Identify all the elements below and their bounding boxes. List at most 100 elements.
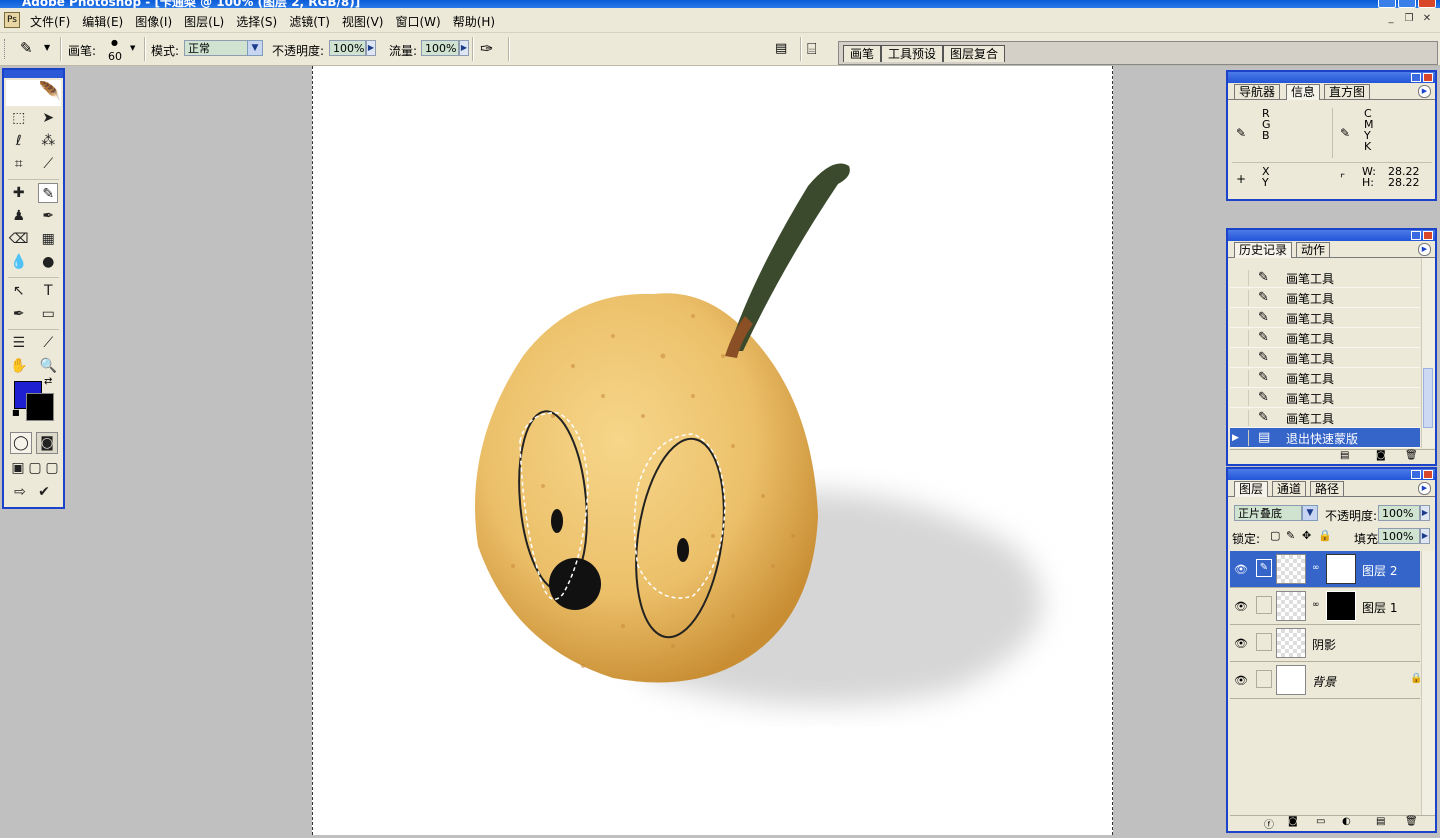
tab-info[interactable]: 信息 bbox=[1286, 84, 1321, 100]
new-layer-icon[interactable]: ▤ bbox=[1376, 816, 1385, 827]
tab-actions[interactable]: 动作 bbox=[1296, 242, 1331, 257]
default-colors-icon[interactable]: ■ bbox=[12, 408, 20, 417]
eye-icon[interactable]: 👁 bbox=[1234, 674, 1248, 687]
document-canvas[interactable] bbox=[312, 66, 1113, 835]
swap-colors-icon[interactable]: ⇄ bbox=[44, 376, 52, 387]
layers-panel-menu-icon[interactable]: ▶ bbox=[1418, 482, 1431, 495]
tab-navigator[interactable]: 导航器 bbox=[1234, 84, 1281, 99]
layers-panel-title-bar[interactable] bbox=[1228, 469, 1435, 480]
fill-arrow-icon[interactable]: ▶ bbox=[1420, 528, 1430, 544]
brush-size-value[interactable]: 60 bbox=[108, 50, 122, 63]
zoom-tool-icon[interactable]: 🔍 bbox=[38, 356, 58, 376]
standard-screen-mode-icon[interactable]: ▣ bbox=[10, 458, 26, 478]
tab-channels[interactable]: 通道 bbox=[1272, 481, 1307, 496]
trash-icon[interactable]: 🗑 bbox=[1405, 450, 1418, 461]
slice-tool-icon[interactable]: ⟋ bbox=[38, 154, 58, 174]
history-panel-menu-icon[interactable]: ▶ bbox=[1418, 243, 1431, 256]
standard-mode-icon[interactable]: ◯ bbox=[10, 432, 32, 454]
magic-wand-tool-icon[interactable]: ⁂ bbox=[38, 131, 58, 151]
lock-image-icon[interactable]: ✎ bbox=[1286, 529, 1295, 542]
toolbox-title-bar[interactable] bbox=[4, 70, 63, 78]
lasso-tool-icon[interactable]: ℓ bbox=[9, 131, 29, 151]
type-tool-icon[interactable]: T bbox=[38, 281, 58, 301]
new-document-icon[interactable]: ▤ bbox=[1340, 450, 1349, 461]
gradient-tool-icon[interactable]: ▦ bbox=[38, 229, 58, 249]
marquee-tool-icon[interactable]: ⬚ bbox=[9, 108, 29, 128]
blur-tool-icon[interactable]: 💧 bbox=[9, 252, 29, 272]
history-item[interactable]: ✎ 画笔工具 bbox=[1230, 328, 1420, 348]
chain-link-icon[interactable]: ∞ bbox=[1312, 563, 1320, 573]
layer-name[interactable]: 图层 1 bbox=[1362, 599, 1397, 616]
tab-history[interactable]: 历史记录 bbox=[1234, 242, 1293, 258]
layer-thumbnail[interactable] bbox=[1276, 665, 1306, 695]
layer-mask-thumbnail[interactable] bbox=[1326, 591, 1356, 621]
minimize-button[interactable] bbox=[1378, 0, 1396, 8]
layer-row-layer2[interactable]: 👁 ✎ ∞ 图层 2 bbox=[1230, 551, 1420, 588]
opacity-input[interactable]: 100% bbox=[329, 40, 366, 56]
lock-all-icon[interactable]: 🔒 bbox=[1318, 529, 1332, 542]
add-mask-icon[interactable]: ◙ bbox=[1288, 816, 1298, 827]
crop-tool-icon[interactable]: ⌗ bbox=[9, 154, 29, 174]
trash-icon[interactable]: 🗑 bbox=[1405, 816, 1418, 827]
airbrush-icon[interactable]: ✑ bbox=[480, 39, 493, 58]
history-item[interactable]: ✎ 画笔工具 bbox=[1230, 368, 1420, 388]
doc-close-button[interactable]: ✕ bbox=[1420, 12, 1434, 25]
menu-layer[interactable]: 图层(L) bbox=[178, 13, 230, 30]
path-selection-tool-icon[interactable]: ↖ bbox=[9, 281, 29, 301]
layer-thumbnail[interactable] bbox=[1276, 628, 1306, 658]
info-panel-menu-icon[interactable]: ▶ bbox=[1418, 85, 1431, 98]
rectangle-tool-icon[interactable]: ▭ bbox=[38, 304, 58, 324]
jump-to-imageready-icon[interactable]: ⇨ bbox=[10, 482, 30, 502]
layers-panel-close-button[interactable] bbox=[1423, 470, 1433, 479]
history-item[interactable]: ✎ 画笔工具 bbox=[1230, 308, 1420, 328]
menu-edit[interactable]: 编辑(E) bbox=[76, 13, 129, 30]
info-panel-title-bar[interactable] bbox=[1228, 72, 1435, 83]
history-brush-tool-icon[interactable]: ✒ bbox=[38, 206, 58, 226]
full-screen-menu-mode-icon[interactable]: ▢ bbox=[27, 458, 43, 478]
opacity-slider-arrow-icon[interactable]: ▶ bbox=[366, 40, 376, 56]
history-item[interactable]: ✎ 画笔工具 bbox=[1230, 408, 1420, 428]
tab-histogram[interactable]: 直方图 bbox=[1324, 84, 1371, 99]
clone-stamp-tool-icon[interactable]: ♟ bbox=[9, 206, 29, 226]
info-panel-close-button[interactable] bbox=[1423, 73, 1433, 82]
palette-well-tab-tool-presets[interactable]: 工具预设 bbox=[881, 45, 944, 62]
menu-filter[interactable]: 滤镜(T) bbox=[283, 13, 336, 30]
layers-panel-minimize-button[interactable] bbox=[1411, 470, 1421, 479]
menu-help[interactable]: 帮助(H) bbox=[447, 13, 501, 30]
tab-layers[interactable]: 图层 bbox=[1234, 481, 1269, 497]
history-panel-minimize-button[interactable] bbox=[1411, 231, 1421, 240]
fill-input[interactable]: 100% bbox=[1378, 528, 1420, 544]
eye-icon[interactable]: 👁 bbox=[1234, 637, 1248, 650]
adjustment-layer-icon[interactable]: ◐ bbox=[1342, 816, 1351, 827]
layer-name[interactable]: 背景 bbox=[1312, 673, 1336, 690]
layer-thumbnail[interactable] bbox=[1276, 591, 1306, 621]
layer-opacity-input[interactable]: 100% bbox=[1378, 505, 1420, 521]
brush-tool-icon[interactable]: ✎ bbox=[38, 183, 59, 203]
palette-well-tab-layer-comps[interactable]: 图层复合 bbox=[943, 45, 1006, 62]
eyedropper-tool-icon[interactable]: ⟋ bbox=[38, 333, 58, 353]
tool-preset-brush-icon[interactable]: ✎ bbox=[20, 39, 33, 57]
link-cell[interactable] bbox=[1256, 670, 1272, 688]
tab-paths[interactable]: 路径 bbox=[1310, 481, 1345, 496]
link-cell[interactable] bbox=[1256, 633, 1272, 651]
history-item[interactable]: ✎ 画笔工具 bbox=[1230, 388, 1420, 408]
layer-row-layer1[interactable]: 👁 ∞ 图层 1 bbox=[1230, 588, 1420, 625]
menu-view[interactable]: 视图(V) bbox=[336, 13, 390, 30]
menu-image[interactable]: 图像(I) bbox=[129, 13, 178, 30]
menu-select[interactable]: 选择(S) bbox=[230, 13, 283, 30]
mode-dropdown-icon[interactable]: ▼ bbox=[247, 40, 263, 56]
layer-opacity-arrow-icon[interactable]: ▶ bbox=[1420, 505, 1430, 521]
eraser-tool-icon[interactable]: ⌫ bbox=[9, 229, 29, 249]
lock-transparency-icon[interactable]: ▢ bbox=[1270, 529, 1280, 542]
eye-icon[interactable]: 👁 bbox=[1234, 600, 1248, 613]
palette-well-tab-brushes[interactable]: 画笔 bbox=[843, 45, 882, 62]
layer-row-background[interactable]: 👁 背景 🔒 bbox=[1230, 662, 1422, 699]
mode-select[interactable]: 正常 bbox=[184, 40, 248, 56]
flow-slider-arrow-icon[interactable]: ▶ bbox=[459, 40, 469, 56]
layer-thumbnail[interactable] bbox=[1276, 554, 1306, 584]
layer-mask-thumbnail[interactable] bbox=[1326, 554, 1356, 584]
link-cell[interactable] bbox=[1256, 596, 1272, 614]
info-panel-minimize-button[interactable] bbox=[1411, 73, 1421, 82]
history-panel-close-button[interactable] bbox=[1423, 231, 1433, 240]
layers-scrollbar[interactable] bbox=[1421, 551, 1435, 815]
